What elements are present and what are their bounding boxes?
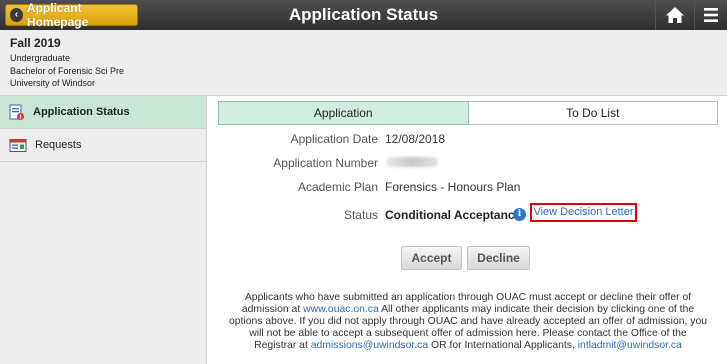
notice-text: OR for International Applicants, [428,340,578,351]
applicant-homepage-button[interactable]: ‹ Applicant Homepage [5,1,138,29]
header-divider [655,0,656,30]
sidebar-item-requests[interactable]: Requests [0,129,206,162]
accept-button[interactable]: Accept [401,246,462,270]
home-icon[interactable] [665,6,685,24]
acceptance-notice: Applicants who have submitted an applica… [228,292,708,352]
status-label: Status [343,208,378,222]
view-decision-letter-link[interactable]: View Decision Letter [530,203,637,222]
international-email-link[interactable]: intladmit@uwindsor.ca [578,340,682,351]
academic-plan-label: Academic Plan [297,180,378,194]
tab-application[interactable]: Application [218,101,469,125]
header-divider [694,0,695,30]
admissions-email-link[interactable]: admissions@uwindsor.ca [311,340,428,351]
tab-bar: Application To Do List [218,101,718,125]
chevron-left-icon: ‹ [10,8,23,22]
term-info-panel: Fall 2019 Undergraduate Bachelor of Fore… [0,30,727,96]
application-date-label: Application Date [290,132,378,146]
tab-to-do-list[interactable]: To Do List [468,101,718,125]
term-career: Undergraduate [10,53,71,63]
term-program: Bachelor of Forensic Sci Pre [10,65,125,76]
applicant-homepage-label: Applicant Homepage [26,1,89,29]
term-name: Fall 2019 [10,36,61,50]
application-date-value: 12/08/2018 [385,132,446,146]
decline-button[interactable]: Decline [467,246,530,270]
sidebar: Application Status Requests [0,96,207,364]
sidebar-item-label: Application Status [33,106,130,118]
status-value: Conditional Acceptance [385,208,522,222]
ouac-link[interactable]: www.ouac.on.ca [303,304,379,315]
term-institution: University of Windsor [10,78,96,88]
info-icon[interactable]: i [513,208,526,221]
academic-plan-value: Forensics - Honours Plan [385,180,521,194]
requests-icon [9,138,27,152]
application-number-redacted [386,157,438,167]
sidebar-item-label: Requests [35,139,82,151]
application-status-icon [9,104,25,120]
top-header-bar: ‹ Applicant Homepage Application Status [0,0,727,30]
hamburger-menu-icon[interactable] [703,7,719,23]
application-number-label: Application Number [273,156,378,170]
sidebar-item-application-status[interactable]: Application Status [0,96,206,129]
